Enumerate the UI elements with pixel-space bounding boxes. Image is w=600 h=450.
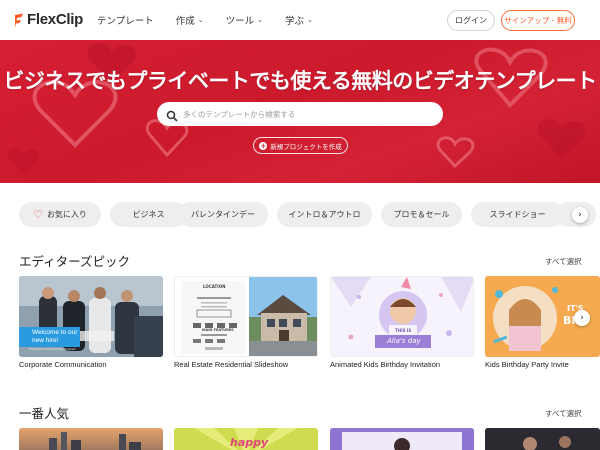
template-card-popular-1[interactable] bbox=[19, 428, 163, 450]
chip-label: ビジネス bbox=[132, 210, 165, 219]
flexclip-templates-page: FlexClip テンプレート 作成 ⌄ ツール ⌄ 学ぶ ⌄ ログイン サイン… bbox=[0, 0, 600, 450]
new-project-label: 新規プロジェクトを作成 bbox=[270, 142, 342, 151]
hero-banner: ビジネスでもプライベートでも使える無料のビデオテンプレート + 新規プロジェクト… bbox=[0, 40, 600, 183]
template-card-kids-birthday-invitation[interactable]: THIS IS Alia's day bbox=[330, 276, 474, 357]
nav-item-create[interactable]: 作成 ⌄ bbox=[176, 13, 204, 27]
template-card-label[interactable]: Real Estate Residential Slideshow bbox=[174, 360, 288, 369]
section-title-editors-pick: エディターズピック bbox=[19, 254, 131, 269]
chevron-down-icon: ⌄ bbox=[257, 16, 263, 24]
template-card-real-estate[interactable]: LOCATION MAIN FEATURES bbox=[174, 276, 318, 357]
chip-promo-sale[interactable]: プロモ＆セール bbox=[381, 202, 462, 227]
chevron-down-icon: ⌄ bbox=[307, 16, 313, 24]
nav-item-learn[interactable]: 学ぶ ⌄ bbox=[285, 13, 313, 27]
template-card-popular-4[interactable] bbox=[485, 428, 600, 450]
card-overlay-subtext: Employee Onboarding Program bbox=[29, 347, 76, 351]
real-estate-thumbnail bbox=[175, 277, 317, 356]
chip-label: バレンタインデー bbox=[191, 210, 255, 219]
template-card-label[interactable]: Kids Birthday Party Invite bbox=[485, 360, 569, 369]
select-all-link[interactable]: すべて選択 bbox=[545, 408, 582, 419]
login-button[interactable]: ログイン bbox=[447, 10, 495, 31]
chevron-down-icon: ⌄ bbox=[197, 16, 204, 24]
card-overlay-subtext: Alia's day bbox=[387, 337, 421, 345]
search-icon bbox=[166, 107, 178, 126]
chip-label: お気に入り bbox=[46, 210, 87, 219]
nav-item-tools[interactable]: ツール ⌄ bbox=[226, 13, 263, 27]
card-overlay-text: LOCATION bbox=[203, 284, 226, 289]
new-project-button[interactable]: + 新規プロジェクトを作成 bbox=[253, 137, 348, 154]
chevron-right-icon: › bbox=[580, 313, 584, 323]
card-overlay-text: happy bbox=[230, 436, 269, 449]
nav-item-templates[interactable]: テンプレート bbox=[97, 13, 154, 27]
card-overlay-subtext: MAIN FEATURES bbox=[202, 328, 234, 332]
chip-intro-outro[interactable]: イントロ＆アウトロ bbox=[277, 202, 372, 227]
nav-item-label: 学ぶ bbox=[285, 16, 305, 27]
chip-label: プロモ＆セール bbox=[393, 210, 450, 219]
template-search-bar[interactable] bbox=[157, 102, 443, 126]
plus-icon: + bbox=[259, 141, 268, 150]
chip-label: スライドショー bbox=[489, 210, 546, 219]
template-card-popular-3[interactable] bbox=[330, 428, 474, 450]
template-card-popular-2[interactable]: happy bbox=[174, 428, 318, 450]
nav-item-label: テンプレート bbox=[97, 16, 154, 27]
chevron-right-icon: › bbox=[578, 210, 582, 220]
heart-icon: ♡ bbox=[33, 208, 43, 221]
chip-label: イントロ＆アウトロ bbox=[288, 210, 361, 219]
birthday-invitation-thumbnail bbox=[331, 277, 473, 356]
chip-business[interactable]: ビジネス bbox=[110, 202, 187, 227]
signup-button[interactable]: サインアップ - 無料 bbox=[501, 10, 575, 31]
template-card-corporate[interactable]: Welcome to our new hire! Employee Onboar… bbox=[19, 276, 163, 357]
dark-people-thumbnail bbox=[485, 428, 600, 450]
nav-item-label: ツール bbox=[225, 16, 255, 27]
hero-title: ビジネスでもプライベートでも使える無料のビデオテンプレート bbox=[3, 69, 597, 93]
carousel-next-button[interactable]: › bbox=[574, 310, 590, 326]
heart-decoration-right bbox=[436, 47, 586, 169]
brand-logo[interactable]: FlexClip bbox=[14, 11, 83, 28]
top-header: FlexClip テンプレート 作成 ⌄ ツール ⌄ 学ぶ ⌄ ログイン サイン… bbox=[0, 0, 600, 40]
portrait-frame-thumbnail bbox=[330, 428, 474, 450]
template-card-label[interactable]: Animated Kids Birthday Invitation bbox=[330, 360, 440, 369]
select-all-link[interactable]: すべて選択 bbox=[545, 256, 582, 267]
category-chip-bar: ♡ お気に入り ビジネス バレンタインデー イントロ＆アウトロ プロモ＆セール … bbox=[19, 202, 600, 228]
city-skyline-thumbnail bbox=[49, 432, 141, 450]
search-input[interactable] bbox=[183, 106, 433, 122]
main-nav: テンプレート 作成 ⌄ ツール ⌄ 学ぶ ⌄ bbox=[97, 13, 335, 27]
flexclip-logo-icon bbox=[14, 13, 24, 27]
chip-valentines[interactable]: バレンタインデー bbox=[178, 202, 268, 227]
section-title-most-popular: 一番人気 bbox=[19, 406, 70, 421]
brand-name: FlexClip bbox=[27, 11, 83, 28]
template-card-label[interactable]: Corporate Communication bbox=[19, 360, 107, 369]
nav-item-label: 作成 bbox=[175, 16, 195, 27]
chip-favorites[interactable]: ♡ お気に入り bbox=[19, 202, 101, 227]
card-overlay-text: Welcome to our new hire! bbox=[19, 327, 80, 347]
chips-scroll-right-button[interactable]: › bbox=[572, 207, 588, 223]
card-overlay-text: THIS IS bbox=[395, 328, 412, 333]
chip-slideshow[interactable]: スライドショー bbox=[471, 202, 564, 227]
